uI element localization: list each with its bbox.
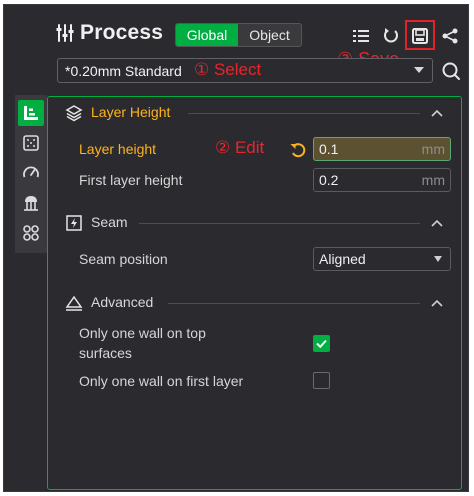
support-icon [24, 196, 38, 211]
only-one-wall-top-label-line2: surfaces [79, 345, 132, 361]
section-title-seam: Seam [91, 214, 128, 230]
section-header-layer-height[interactable]: Layer Height [65, 103, 450, 123]
section-divider [139, 223, 420, 224]
only-one-wall-first-label: Only one wall on first layer [79, 373, 244, 389]
layer-height-unit: mm [421, 141, 445, 157]
first-layer-height-label: First layer height [79, 172, 183, 188]
layer-height-value: 0.1 [319, 141, 339, 157]
quality-icon [24, 106, 38, 120]
list-icon[interactable] [352, 27, 370, 45]
first-layer-height-unit: mm [421, 172, 445, 188]
preset-value: *0.20mm Standard [65, 63, 182, 79]
first-layer-height-input[interactable]: 0.2 mm [313, 168, 451, 192]
sidebar-item-quality[interactable] [18, 100, 44, 126]
global-toggle-option[interactable]: Global [176, 24, 238, 46]
chevron-down-icon [414, 67, 424, 73]
annotation-edit: ② Edit [215, 138, 265, 157]
object-toggle-option[interactable]: Object [238, 24, 301, 46]
settings-panel: Layer Height Layer height ② Edit 0.1 mm … [47, 96, 462, 490]
first-layer-height-value: 0.2 [319, 172, 339, 188]
seam-position-label: Seam position [79, 251, 168, 267]
sidebar-item-strength[interactable] [18, 130, 44, 156]
chevron-down-icon [434, 256, 442, 262]
process-sliders-icon [56, 24, 74, 42]
chevron-up-icon[interactable] [430, 298, 444, 308]
search-icon[interactable] [441, 61, 461, 81]
section-title-advanced: Advanced [91, 294, 154, 310]
sidebar-item-others[interactable] [18, 220, 44, 246]
layers-icon [65, 105, 83, 122]
others-icon [23, 225, 39, 241]
category-sidebar [15, 95, 47, 253]
only-one-wall-top-checkbox[interactable] [313, 335, 330, 352]
only-one-wall-first-checkbox[interactable] [313, 372, 330, 389]
panel-title: Process [80, 21, 164, 44]
scope-toggle: Global Object [175, 23, 302, 47]
section-divider [188, 113, 420, 114]
process-panel: Process Global Object ③ Save *0.20mm Sta… [3, 4, 469, 492]
speed-icon [23, 166, 39, 178]
seam-icon [66, 215, 82, 231]
layer-height-input[interactable]: 0.1 mm [313, 137, 451, 161]
seam-position-select[interactable]: Aligned [313, 247, 451, 271]
section-header-advanced[interactable]: Advanced [65, 293, 450, 313]
sidebar-item-speed[interactable] [18, 160, 44, 186]
section-divider [168, 303, 420, 304]
checkmark-icon [316, 339, 327, 349]
chevron-up-icon[interactable] [430, 108, 444, 118]
strength-icon [23, 135, 39, 151]
reset-icon[interactable] [289, 141, 307, 159]
compare-icon[interactable] [441, 27, 459, 45]
process-header: Process Global Object ③ Save [4, 5, 468, 69]
only-one-wall-top-label-line1: Only one wall on top [79, 325, 206, 341]
seam-position-value: Aligned [319, 251, 366, 267]
chevron-up-icon[interactable] [430, 218, 444, 228]
layer-height-label: Layer height [79, 141, 157, 157]
section-title-layer-height: Layer Height [91, 104, 171, 120]
annotation-select: ① Select [194, 60, 262, 79]
undo-icon[interactable] [382, 27, 400, 45]
section-header-seam[interactable]: Seam [65, 213, 450, 233]
save-highlight-box [405, 20, 435, 50]
advanced-icon [65, 295, 83, 311]
sidebar-item-support[interactable] [18, 190, 44, 216]
